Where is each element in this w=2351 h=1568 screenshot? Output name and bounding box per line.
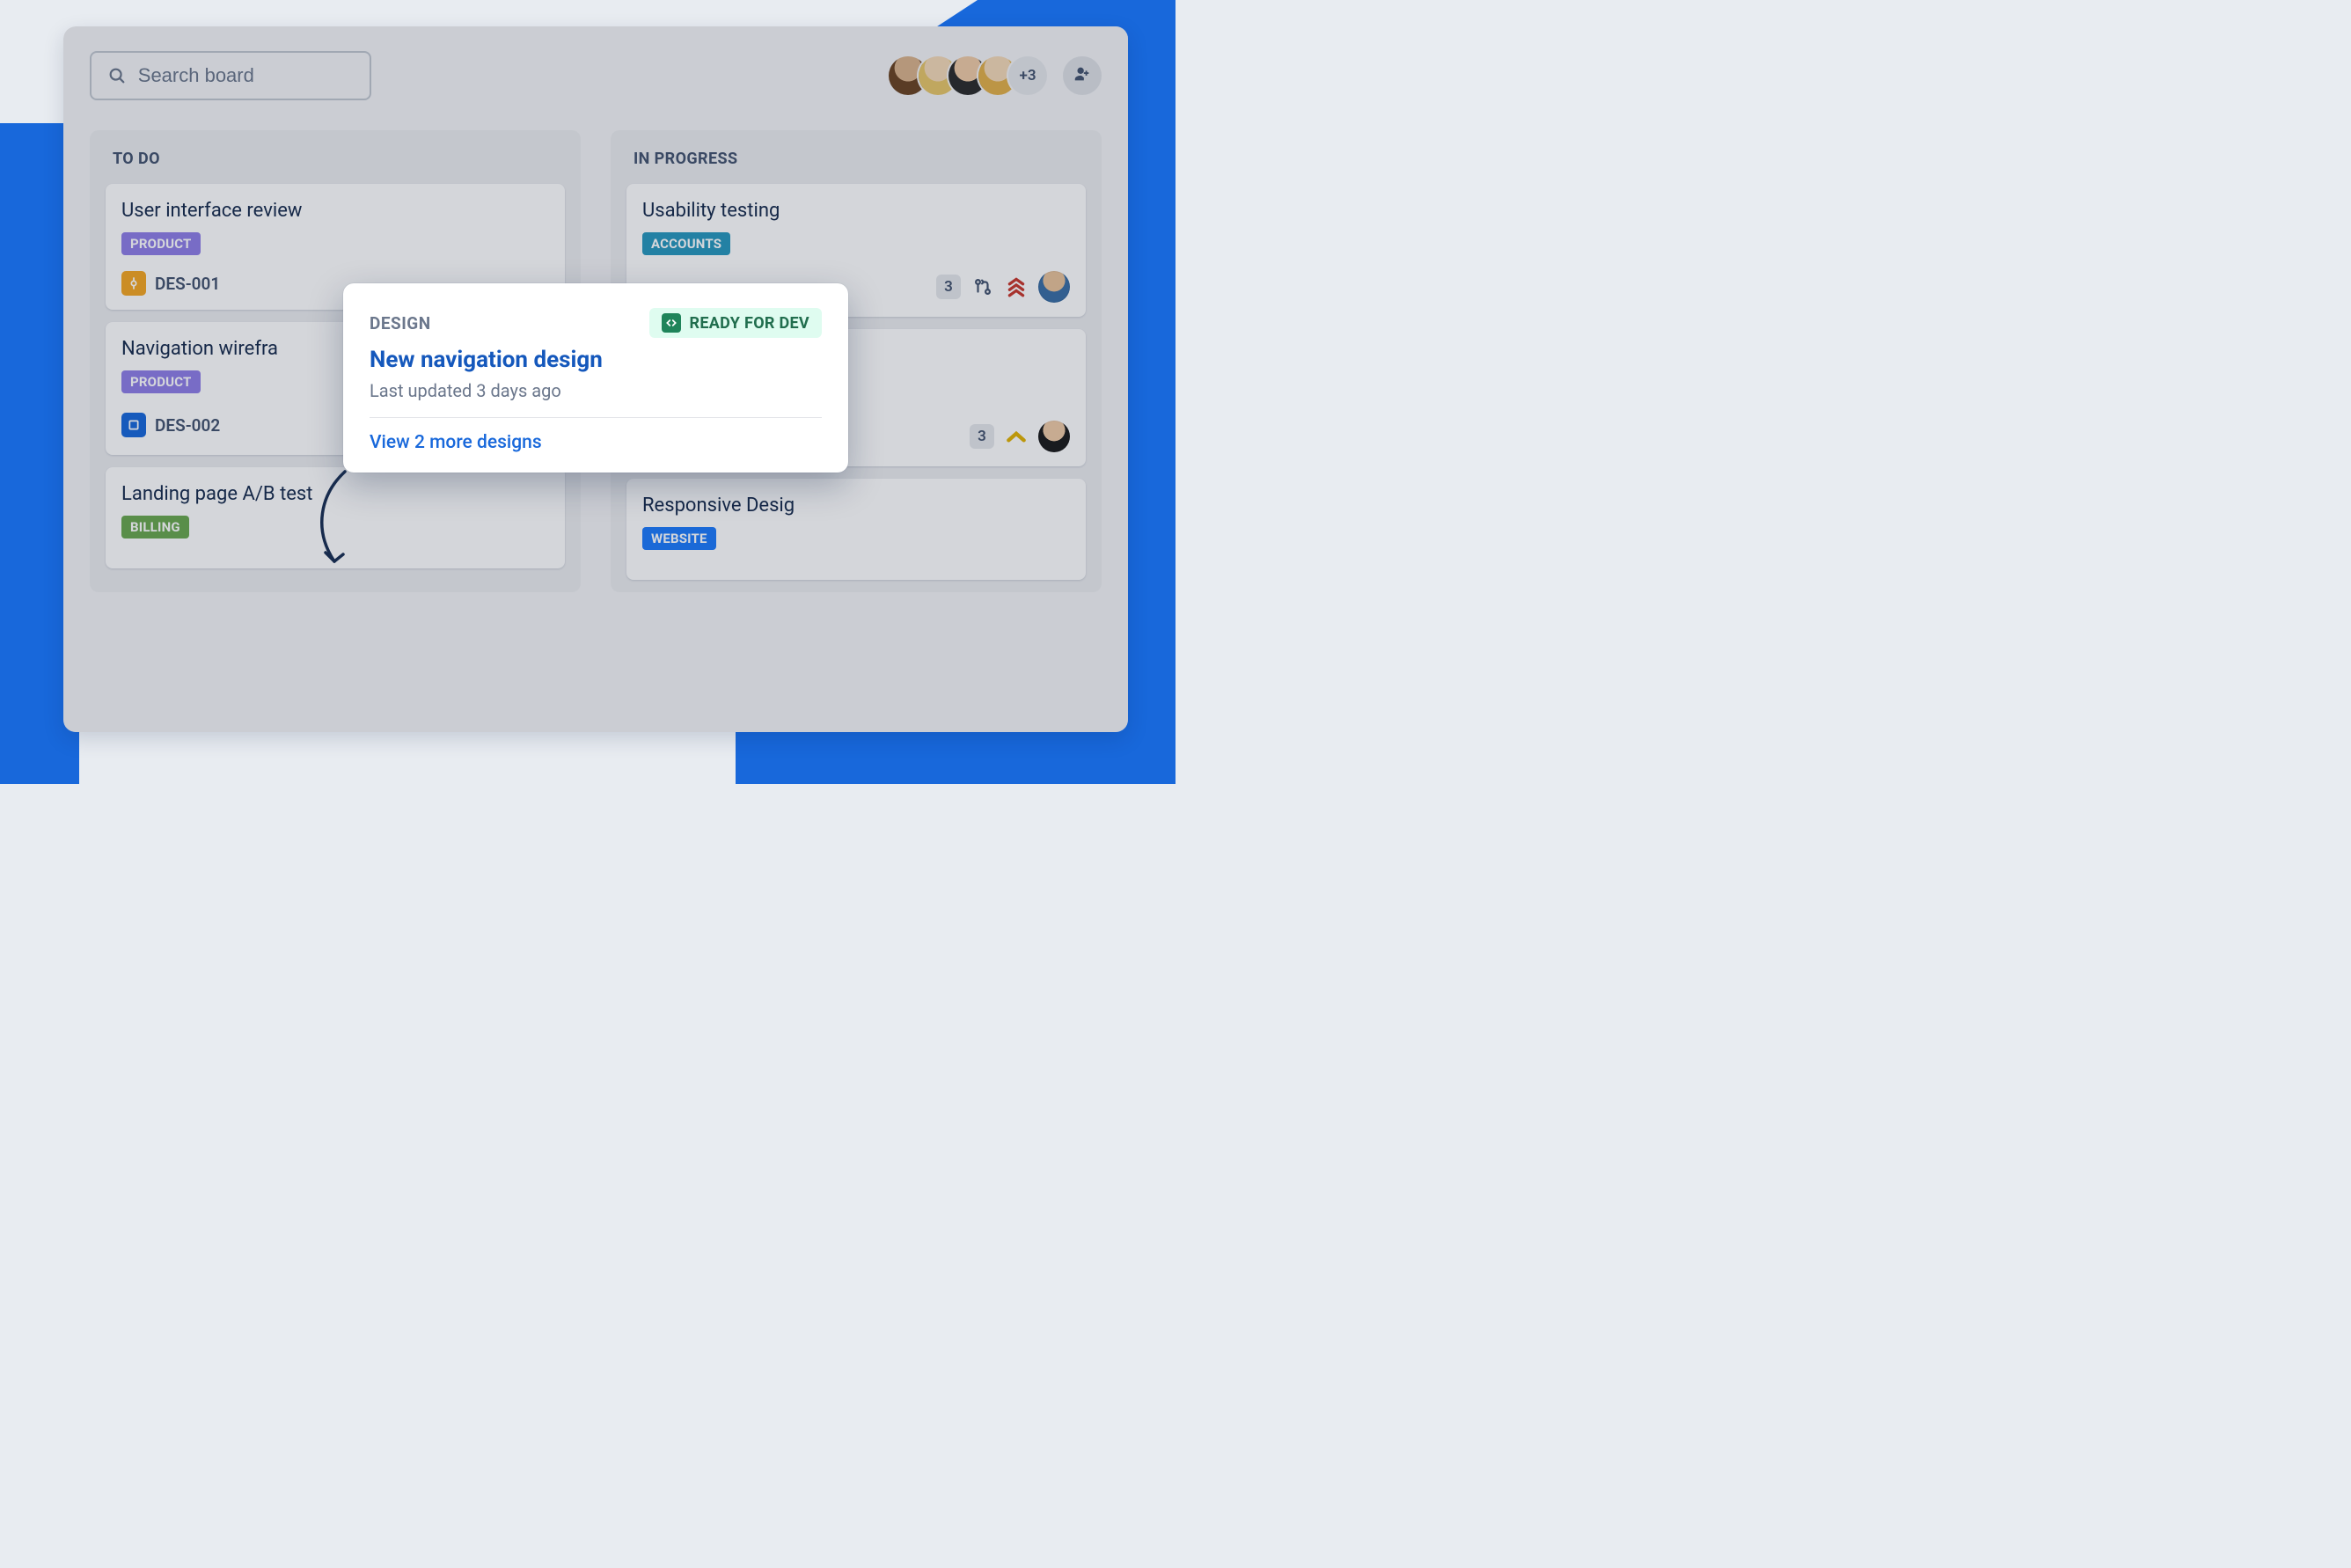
labels: ACCOUNTS xyxy=(642,232,1070,255)
priority-highest-icon xyxy=(1005,275,1028,298)
count-badge: 3 xyxy=(936,275,961,299)
card[interactable]: Responsive Desig WEBSITE xyxy=(626,479,1086,580)
search-input-wrapper[interactable] xyxy=(90,51,371,100)
priority-medium-icon xyxy=(1005,425,1028,448)
label-accounts[interactable]: ACCOUNTS xyxy=(642,232,730,255)
divider xyxy=(370,417,822,418)
label-website[interactable]: WEBSITE xyxy=(642,527,716,550)
column-title: IN PROGRESS xyxy=(626,150,1086,168)
popover-overline: DESIGN xyxy=(370,313,431,333)
status-badge: READY FOR DEV xyxy=(649,308,822,338)
count-badge: 3 xyxy=(970,424,994,449)
commit-icon xyxy=(121,271,146,296)
add-person-icon xyxy=(1073,64,1092,87)
code-icon xyxy=(662,313,681,333)
status-text: READY FOR DEV xyxy=(690,314,809,333)
labels: BILLING xyxy=(121,516,549,539)
label-product[interactable]: PRODUCT xyxy=(121,232,201,255)
assignee-avatar[interactable] xyxy=(1038,271,1070,303)
card[interactable]: Landing page A/B test BILLING xyxy=(106,467,565,568)
popover-header: DESIGN READY FOR DEV xyxy=(370,308,822,338)
avatar-overflow[interactable]: +3 xyxy=(1008,56,1047,95)
task-id: DES-002 xyxy=(155,415,220,436)
label-billing[interactable]: BILLING xyxy=(121,516,189,539)
card-title: User interface review xyxy=(121,200,549,222)
view-more-link[interactable]: View 2 more designs xyxy=(370,432,822,453)
column-title: TO DO xyxy=(106,150,565,168)
add-member-button[interactable] xyxy=(1063,56,1102,95)
search-icon xyxy=(107,64,128,87)
assignee-avatar[interactable] xyxy=(1038,421,1070,452)
design-popover[interactable]: DESIGN READY FOR DEV New navigation desi… xyxy=(343,283,848,473)
labels: WEBSITE xyxy=(642,527,1070,550)
card-meta: 3 xyxy=(936,271,1070,303)
card-title: Landing page A/B test xyxy=(121,483,549,505)
task-id: DES-001 xyxy=(155,274,220,294)
avatar-group: +3 xyxy=(897,56,1047,95)
labels: PRODUCT xyxy=(121,232,549,255)
board-members: +3 xyxy=(897,56,1102,95)
card-title: Usability testing xyxy=(642,200,1070,222)
card-title: Responsive Desig xyxy=(642,495,1070,517)
task-id-block: DES-001 xyxy=(121,271,220,296)
search-input[interactable] xyxy=(138,64,354,87)
popover-subtitle: Last updated 3 days ago xyxy=(370,380,822,401)
label-product[interactable]: PRODUCT xyxy=(121,370,201,393)
pull-request-icon xyxy=(971,275,994,298)
card-meta: 3 xyxy=(970,421,1070,452)
task-id-block: DES-002 xyxy=(121,413,220,437)
top-bar: +3 xyxy=(90,51,1102,100)
popover-title[interactable]: New navigation design xyxy=(370,347,822,373)
story-icon xyxy=(121,413,146,437)
